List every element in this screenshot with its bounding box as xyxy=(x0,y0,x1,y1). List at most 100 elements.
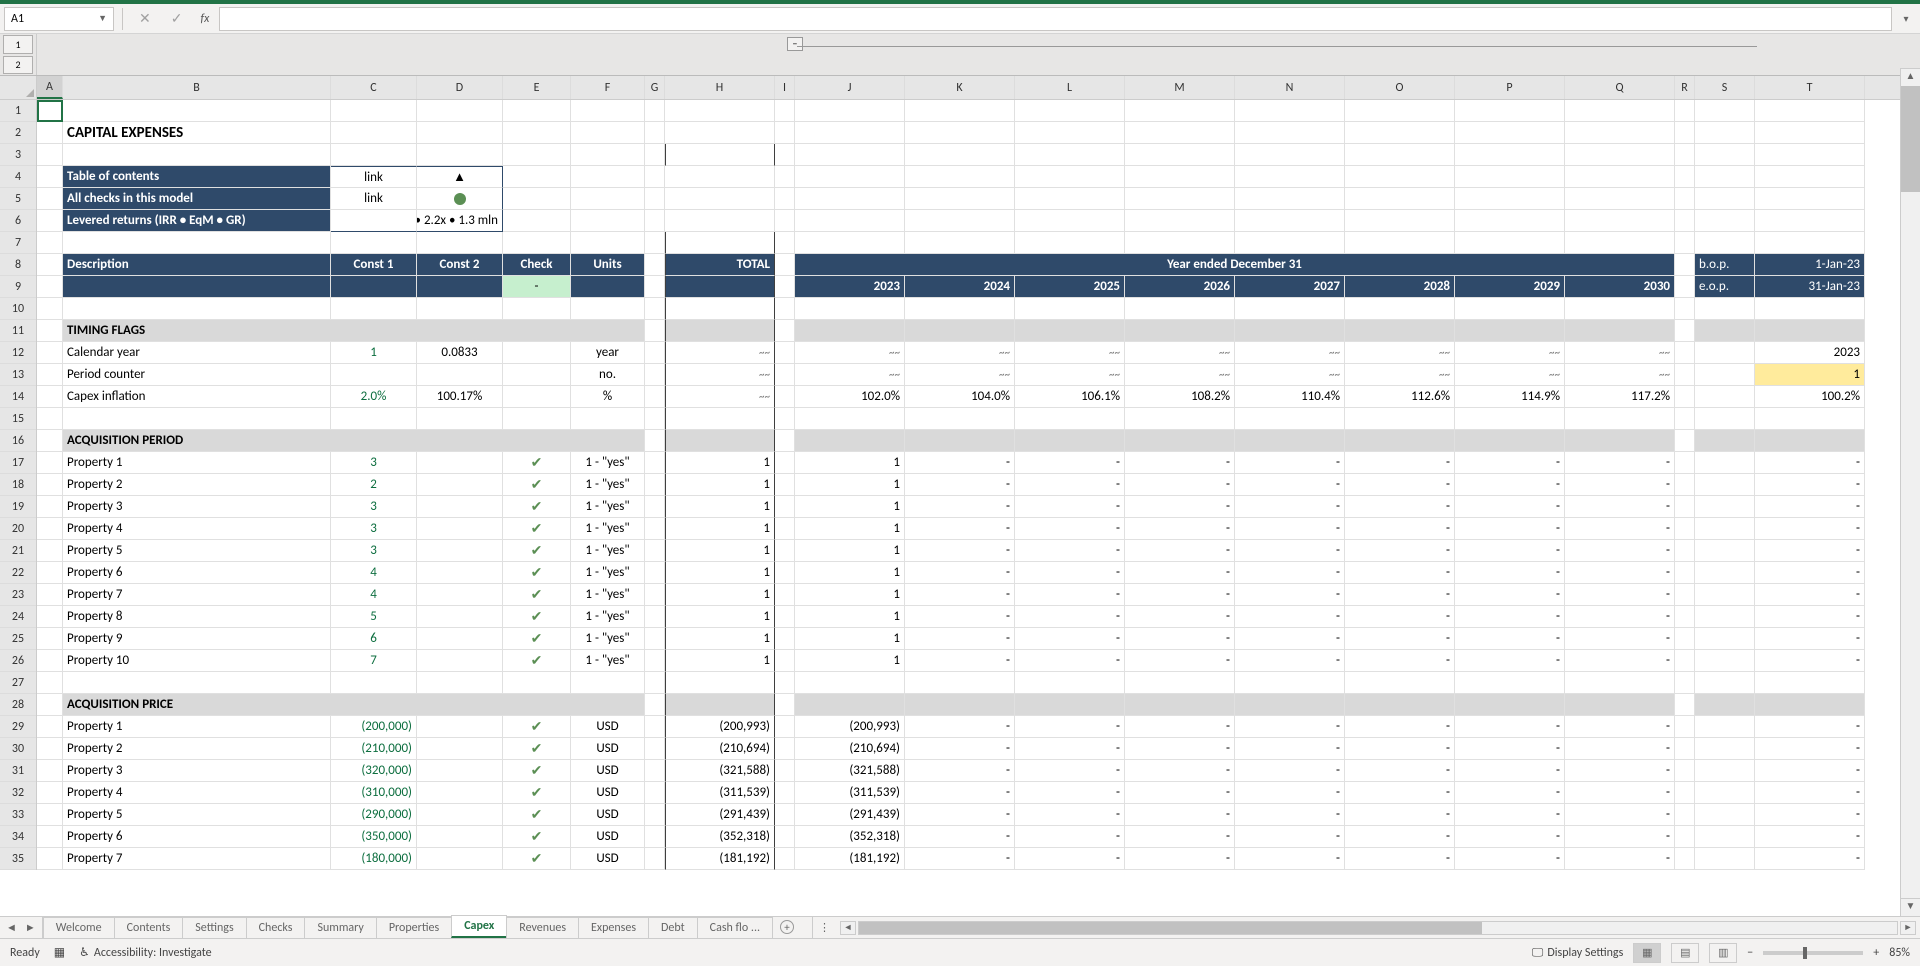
cell[interactable] xyxy=(417,298,503,320)
cell[interactable]: 1 xyxy=(665,650,775,672)
cell[interactable] xyxy=(645,826,665,848)
cell[interactable]: 3 xyxy=(331,518,417,540)
cell[interactable]: - xyxy=(1235,584,1345,606)
cell[interactable]: - xyxy=(905,496,1015,518)
row-header-27[interactable]: 27 xyxy=(0,672,36,694)
cell[interactable] xyxy=(1565,694,1675,716)
cell[interactable]: ~~ xyxy=(665,386,775,408)
cell[interactable] xyxy=(775,232,795,254)
cell[interactable]: - xyxy=(1015,540,1125,562)
cell[interactable]: ~~ xyxy=(795,342,905,364)
cell[interactable]: - xyxy=(1235,452,1345,474)
cell[interactable]: ~~ xyxy=(1125,342,1235,364)
cell[interactable] xyxy=(645,254,665,276)
cell[interactable]: 1 xyxy=(795,606,905,628)
cell[interactable] xyxy=(1755,232,1865,254)
cell[interactable]: % xyxy=(571,386,645,408)
cell[interactable]: 1 - "yes" xyxy=(571,496,645,518)
column-header-M[interactable]: M xyxy=(1125,76,1235,99)
cell[interactable] xyxy=(1675,760,1695,782)
row-header-6[interactable]: 6 xyxy=(0,210,36,232)
cell[interactable]: - xyxy=(1125,518,1235,540)
cell[interactable] xyxy=(63,408,331,430)
cell[interactable]: Property 3 xyxy=(63,760,331,782)
column-header-N[interactable]: N xyxy=(1235,76,1345,99)
cell[interactable]: 1 - "yes" xyxy=(571,540,645,562)
row-header-25[interactable]: 25 xyxy=(0,628,36,650)
cell[interactable] xyxy=(1455,144,1565,166)
cell[interactable]: 1 xyxy=(795,540,905,562)
cell[interactable] xyxy=(1675,386,1695,408)
column-header-D[interactable]: D xyxy=(417,76,503,99)
cell[interactable]: - xyxy=(1565,540,1675,562)
cell[interactable]: - xyxy=(1015,848,1125,870)
cell[interactable]: ✔ xyxy=(503,716,571,738)
cell[interactable]: Property 1 xyxy=(63,716,331,738)
cell[interactable] xyxy=(1675,562,1695,584)
cell[interactable] xyxy=(417,232,503,254)
cell[interactable]: - xyxy=(1345,782,1455,804)
cell[interactable]: ✔ xyxy=(503,496,571,518)
cell[interactable]: - xyxy=(1235,474,1345,496)
cell[interactable]: (321,588) xyxy=(665,760,775,782)
row-header-28[interactable]: 28 xyxy=(0,694,36,716)
cell[interactable] xyxy=(775,320,795,342)
cell[interactable] xyxy=(1455,672,1565,694)
cell[interactable]: - xyxy=(1755,782,1865,804)
cell[interactable] xyxy=(417,672,503,694)
cell[interactable]: (210,000) xyxy=(331,738,417,760)
row-header-18[interactable]: 18 xyxy=(0,474,36,496)
cell[interactable]: ~~ xyxy=(795,364,905,386)
hscroll-left-icon[interactable]: ◄ xyxy=(840,921,856,935)
cell[interactable]: ~~ xyxy=(905,364,1015,386)
cell[interactable] xyxy=(571,122,645,144)
cell[interactable] xyxy=(645,716,665,738)
cell[interactable]: ~~ xyxy=(905,342,1015,364)
cell[interactable]: 1 xyxy=(665,562,775,584)
cell[interactable]: - xyxy=(1755,804,1865,826)
cell[interactable]: - xyxy=(1015,584,1125,606)
cell[interactable] xyxy=(1565,298,1675,320)
cell[interactable] xyxy=(1755,694,1865,716)
cell[interactable]: ~~ xyxy=(1455,342,1565,364)
cell[interactable]: Property 6 xyxy=(63,562,331,584)
cell[interactable] xyxy=(37,826,63,848)
cell[interactable] xyxy=(571,166,645,188)
cell[interactable] xyxy=(37,848,63,870)
cell[interactable] xyxy=(503,210,571,232)
cell[interactable]: ✔ xyxy=(503,584,571,606)
tab-menu-button[interactable]: ⋮ xyxy=(812,917,836,938)
cell[interactable]: Property 6 xyxy=(63,826,331,848)
row-header-31[interactable]: 31 xyxy=(0,760,36,782)
column-header-P[interactable]: P xyxy=(1455,76,1565,99)
cell[interactable]: ✔ xyxy=(503,628,571,650)
expand-formula-icon[interactable]: ▾ xyxy=(1896,12,1916,25)
cell[interactable]: - xyxy=(1755,716,1865,738)
cell[interactable]: - xyxy=(1455,474,1565,496)
cell[interactable] xyxy=(775,254,795,276)
cell[interactable]: USD xyxy=(571,848,645,870)
cell[interactable]: - xyxy=(905,826,1015,848)
cell[interactable] xyxy=(1675,188,1695,210)
row-header-29[interactable]: 29 xyxy=(0,716,36,738)
cell[interactable] xyxy=(905,210,1015,232)
row-header-26[interactable]: 26 xyxy=(0,650,36,672)
cell[interactable] xyxy=(1675,408,1695,430)
cell[interactable] xyxy=(1125,144,1235,166)
row-header-35[interactable]: 35 xyxy=(0,848,36,870)
formula-input[interactable] xyxy=(219,7,1892,31)
zoom-value[interactable]: 85% xyxy=(1889,946,1910,960)
cell[interactable]: - xyxy=(1015,760,1125,782)
cell[interactable] xyxy=(1695,540,1755,562)
hscroll-thumb[interactable] xyxy=(859,922,1482,934)
cell[interactable] xyxy=(1015,232,1125,254)
cell[interactable] xyxy=(37,628,63,650)
cell[interactable]: - xyxy=(1755,496,1865,518)
cell[interactable] xyxy=(37,210,63,232)
cell[interactable]: USD xyxy=(571,716,645,738)
cell[interactable]: ~~ xyxy=(665,342,775,364)
cell[interactable]: - xyxy=(1015,606,1125,628)
cell[interactable]: 1 xyxy=(795,628,905,650)
cell[interactable]: - xyxy=(905,848,1015,870)
row-header-20[interactable]: 20 xyxy=(0,518,36,540)
